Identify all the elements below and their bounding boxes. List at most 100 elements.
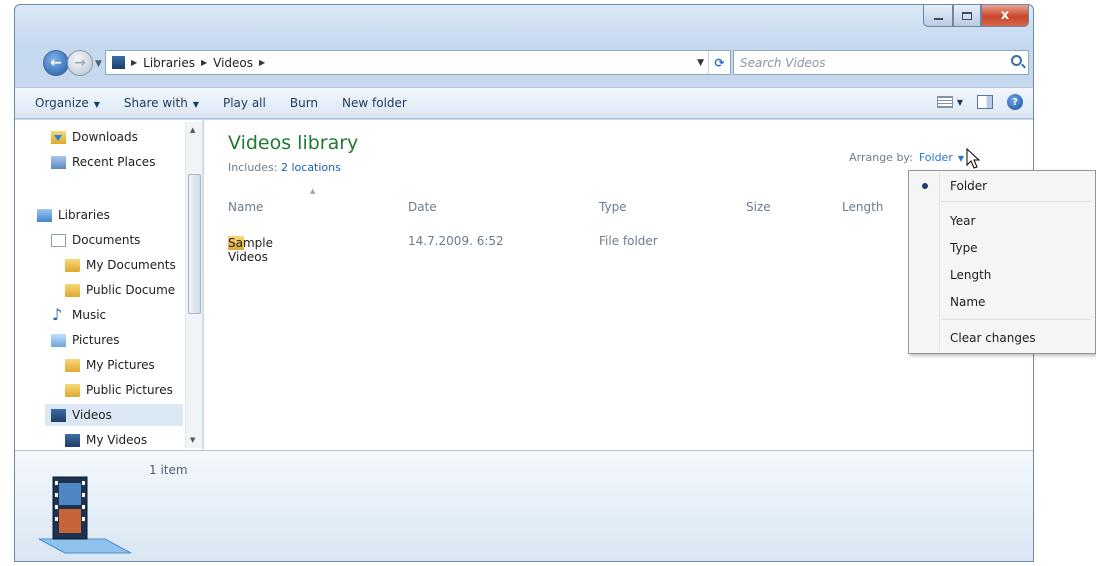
arrange-by-label: Arrange by: — [849, 151, 913, 164]
menu-item-label: Folder — [950, 179, 988, 193]
selected-bullet-icon — [922, 183, 928, 189]
burn-button[interactable]: Burn — [278, 96, 330, 110]
nav-item-my-pictures[interactable]: My Pictures — [65, 354, 155, 376]
close-icon: x — [1000, 8, 1010, 23]
nav-item-label: Recent Places — [72, 155, 156, 169]
arrange-by-value: Folder — [918, 151, 953, 164]
arrange-by-dropdown[interactable]: Folder ▼ — [919, 151, 964, 164]
address-row: ← → ▼ ▶ Libraries ▶ Videos ▶ ▼ ⟳ Search … — [15, 49, 1033, 79]
folder-icon — [65, 383, 80, 397]
folder-icon — [65, 358, 80, 372]
nav-item-videos[interactable]: Videos — [45, 404, 183, 426]
nav-item-label: Music — [72, 308, 107, 322]
menu-item-length[interactable]: Length — [911, 264, 1093, 286]
nav-item-my-videos[interactable]: My Videos — [65, 429, 147, 451]
refresh-button[interactable]: ⟳ — [708, 51, 730, 74]
menu-item-year[interactable]: Year — [911, 210, 1093, 232]
navigation-pane: Downloads Recent Places Libraries Docume… — [15, 120, 203, 450]
column-header-name[interactable]: Name — [228, 200, 263, 214]
music-icon — [51, 305, 66, 324]
scroll-down-icon[interactable]: ▼ — [190, 436, 195, 444]
scrollbar-thumb[interactable] — [188, 174, 201, 314]
back-arrow-icon: ← — [50, 55, 62, 71]
nav-item-label: Public Pictures — [86, 383, 173, 397]
menu-item-folder[interactable]: Folder — [911, 175, 1093, 197]
menu-item-label: Length — [950, 268, 992, 282]
share-with-label: Share with — [123, 96, 188, 110]
navigation-scrollbar[interactable]: ▲ ▼ — [185, 122, 202, 448]
change-view-button[interactable]: ▼ — [936, 96, 963, 108]
help-icon[interactable]: ? — [1007, 94, 1023, 110]
nav-item-recent-places[interactable]: Recent Places — [51, 151, 155, 173]
nav-item-libraries[interactable]: Libraries — [37, 204, 110, 226]
new-folder-button[interactable]: New folder — [330, 96, 419, 110]
menu-item-label: Year — [950, 214, 976, 228]
refresh-icon: ⟳ — [714, 55, 725, 70]
nav-item-music[interactable]: Music — [51, 304, 106, 326]
share-with-button[interactable]: Share with ▼ — [112, 96, 211, 110]
close-button[interactable]: x — [981, 5, 1029, 27]
nav-item-my-documents[interactable]: My Documents — [65, 254, 176, 276]
search-icon[interactable] — [1011, 55, 1022, 66]
view-details-icon — [936, 96, 953, 108]
menu-item-clear-changes[interactable]: Clear changes — [911, 327, 1093, 349]
item-count: 1 item — [149, 463, 188, 477]
minimize-icon — [933, 17, 943, 20]
column-header-length[interactable]: Length — [842, 200, 883, 214]
play-all-button[interactable]: Play all — [211, 96, 278, 110]
breadcrumb-separator-icon[interactable]: ▶ — [201, 58, 207, 67]
arrange-by-menu: Folder Year Type Length Name Clear chang… — [908, 170, 1096, 354]
videos-library-thumbnail-icon — [38, 476, 132, 554]
nav-item-documents[interactable]: Documents — [51, 229, 140, 251]
folder-icon — [65, 258, 80, 272]
folder-icon — [65, 283, 80, 297]
nav-item-downloads[interactable]: Downloads — [51, 126, 138, 148]
maximize-icon — [962, 11, 972, 20]
details-pane: 1 item — [15, 450, 1033, 561]
file-date: 14.7.2009. 6:52 — [408, 234, 504, 248]
breadcrumb-separator-icon[interactable]: ▶ — [131, 58, 137, 67]
organize-button[interactable]: Organize ▼ — [15, 96, 112, 110]
minimize-button[interactable] — [923, 5, 953, 27]
nav-item-label: Public Docume — [86, 283, 176, 297]
includes-locations-link[interactable]: 2 locations — [281, 161, 341, 174]
chevron-down-icon: ▼ — [93, 100, 100, 109]
nav-item-label: Downloads — [72, 130, 138, 144]
menu-separator — [941, 319, 1091, 320]
menu-item-name[interactable]: Name — [911, 291, 1093, 313]
menu-item-type[interactable]: Type — [911, 237, 1093, 259]
column-header-size[interactable]: Size — [746, 200, 771, 214]
address-history-dropdown-icon[interactable]: ▼ — [697, 58, 704, 68]
organize-label: Organize — [35, 96, 89, 110]
search-box[interactable]: Search Videos — [733, 50, 1029, 75]
pictures-icon — [51, 333, 66, 347]
sort-arrow-icon: ▲ — [310, 187, 316, 195]
nav-item-label: Videos — [72, 408, 112, 422]
chevron-down-icon: ▼ — [956, 97, 963, 107]
back-button[interactable]: ← — [43, 50, 69, 76]
file-type: File folder — [599, 234, 658, 248]
includes-label: Includes: — [228, 161, 278, 174]
breadcrumb-separator-icon[interactable]: ▶ — [259, 58, 265, 67]
forward-button[interactable]: → — [67, 50, 93, 76]
nav-item-label: My Documents — [86, 258, 176, 272]
scroll-up-icon[interactable]: ▲ — [190, 126, 195, 134]
search-input[interactable]: Search Videos — [740, 56, 825, 70]
column-header-type[interactable]: Type — [599, 200, 627, 214]
nav-item-public-documents[interactable]: Public Docume — [65, 279, 175, 301]
address-bar[interactable]: ▶ Libraries ▶ Videos ▶ ▼ ⟳ — [105, 50, 731, 75]
libraries-icon — [37, 208, 52, 222]
library-location-icon — [112, 56, 125, 69]
column-header-date[interactable]: Date — [408, 200, 437, 214]
library-includes: Includes: 2 locations — [228, 161, 341, 174]
arrange-by: Arrange by: Folder ▼ — [849, 151, 964, 164]
preview-pane-icon[interactable] — [977, 95, 993, 109]
breadcrumb-videos[interactable]: Videos — [213, 56, 253, 70]
nav-item-public-pictures[interactable]: Public Pictures — [65, 379, 173, 401]
nav-item-pictures[interactable]: Pictures — [51, 329, 120, 351]
title-bar[interactable]: x — [15, 5, 1033, 41]
nav-item-label: Documents — [72, 233, 141, 247]
recent-pages-dropdown-icon[interactable]: ▼ — [95, 59, 102, 69]
breadcrumb-libraries[interactable]: Libraries — [143, 56, 195, 70]
maximize-button[interactable] — [953, 5, 981, 27]
